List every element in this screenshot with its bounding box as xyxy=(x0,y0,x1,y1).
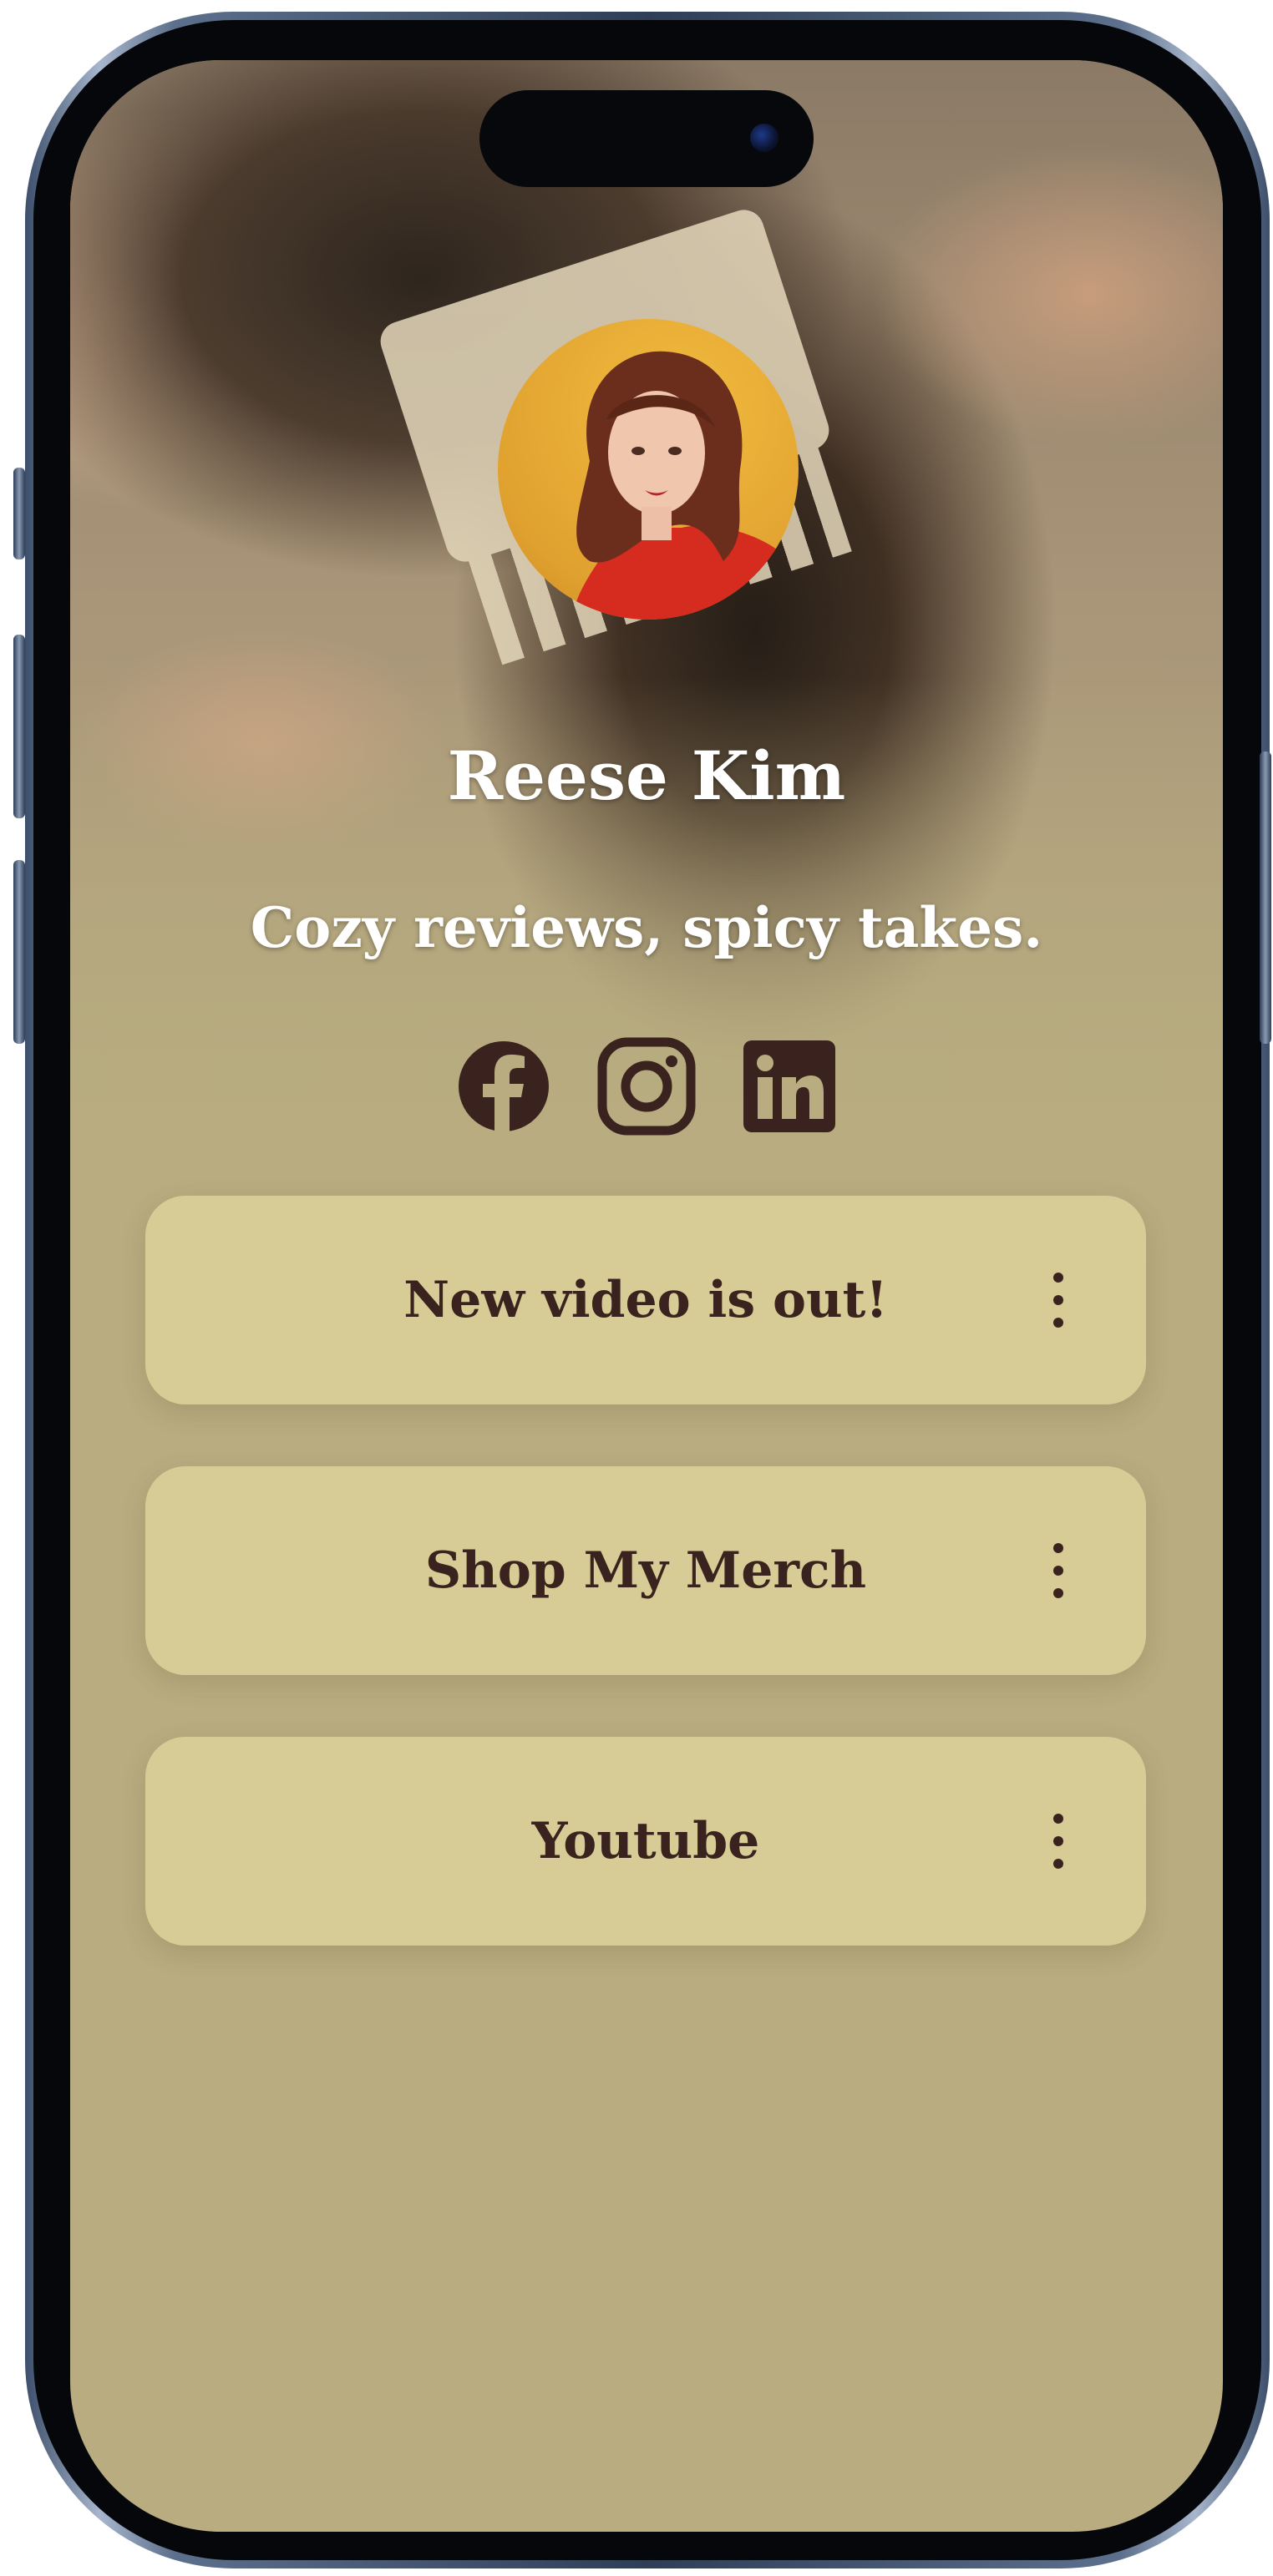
more-vertical-icon[interactable] xyxy=(1046,1814,1071,1869)
volume-down-button xyxy=(13,860,25,1044)
link-label: Youtube xyxy=(531,1812,760,1870)
facebook-icon[interactable] xyxy=(454,1037,553,1136)
link-button-new-video[interactable]: New video is out! xyxy=(145,1196,1146,1404)
link-label: New video is out! xyxy=(403,1271,888,1329)
avatar[interactable] xyxy=(498,319,799,620)
more-vertical-icon[interactable] xyxy=(1046,1273,1071,1328)
profile-name: Reese Kim xyxy=(447,736,846,815)
profile-tagline: Cozy reviews, spicy takes. xyxy=(250,895,1043,960)
link-label: Shop My Merch xyxy=(424,1541,867,1600)
front-camera xyxy=(750,124,779,152)
power-button xyxy=(1260,752,1271,1044)
instagram-icon[interactable] xyxy=(597,1037,696,1136)
linkedin-icon[interactable] xyxy=(740,1037,839,1136)
more-vertical-icon[interactable] xyxy=(1046,1543,1071,1598)
phone-screen: Reese Kim Cozy reviews, spicy takes. New… xyxy=(70,60,1223,2532)
link-button-shop-merch[interactable]: Shop My Merch xyxy=(145,1466,1146,1675)
avatar-portrait xyxy=(573,351,799,620)
dynamic-island xyxy=(479,90,814,187)
action-button xyxy=(13,468,25,559)
volume-up-button xyxy=(13,635,25,818)
social-links xyxy=(70,1037,1223,1137)
link-button-youtube[interactable]: Youtube xyxy=(145,1737,1146,1946)
